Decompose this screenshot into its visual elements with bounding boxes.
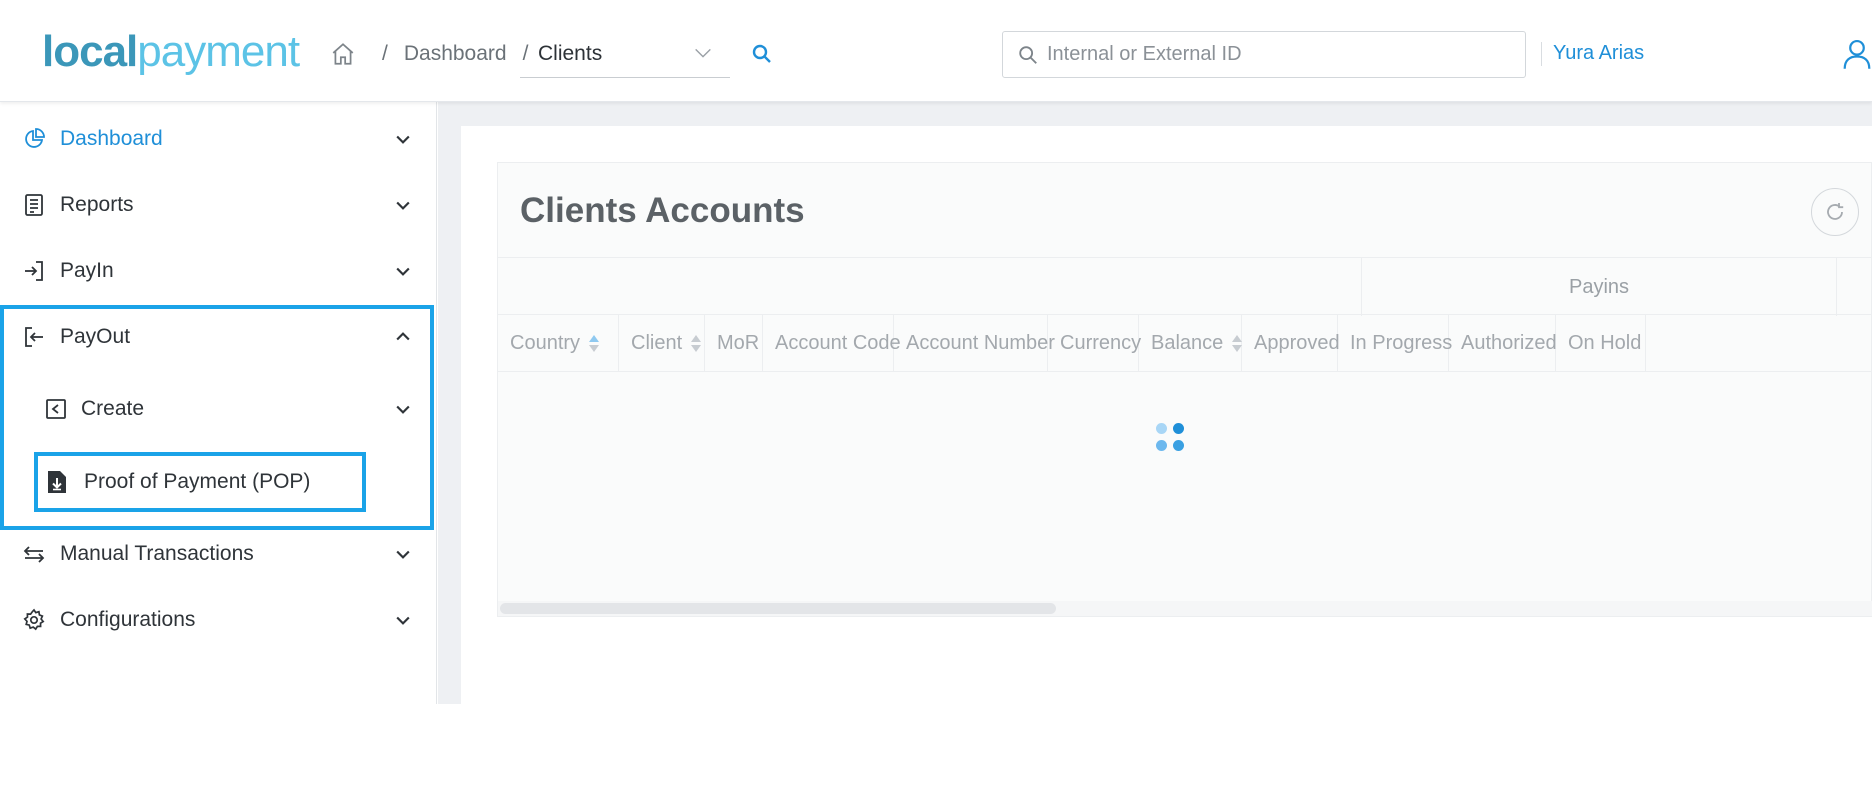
refresh-button[interactable]: [1811, 188, 1859, 236]
column-header-label: Currency: [1060, 332, 1142, 354]
column-header-client[interactable]: Client: [619, 315, 705, 372]
column-header-on-hold: On Hold: [1556, 315, 1646, 372]
client-select[interactable]: Clients: [520, 30, 730, 78]
sidebar-item-manual-transactions[interactable]: Manual Transactions: [0, 523, 437, 585]
sidebar-item-label: PayOut: [60, 325, 131, 348]
file-download-icon: [48, 471, 66, 493]
column-header-country[interactable]: Country: [498, 315, 619, 372]
column-header-label: On Hold: [1568, 332, 1642, 354]
breadcrumb: / Dashboard /: [330, 30, 544, 78]
chevron-up-icon: [396, 332, 410, 341]
chevron-down-icon: [695, 48, 711, 58]
chevron-down-icon: [396, 405, 410, 414]
sidebar-item-payin[interactable]: PayIn: [0, 240, 437, 302]
sidebar-item-label: Dashboard: [60, 127, 163, 150]
column-group-payins: Payins: [1361, 258, 1837, 316]
user-icon[interactable]: [1842, 38, 1872, 70]
exchange-arrows-icon: [23, 546, 45, 563]
logo-text-payment: payment: [137, 27, 300, 76]
breadcrumb-separator: /: [382, 42, 388, 65]
chevron-down-icon: [396, 201, 410, 210]
column-header-label: Balance: [1151, 332, 1224, 354]
top-header: localpayment / Dashboard / Clients Yura …: [0, 0, 1872, 102]
id-search-input[interactable]: [1047, 43, 1517, 66]
column-header-label: Country: [510, 332, 581, 354]
column-header-label: In Progress: [1350, 332, 1453, 354]
column-header-label: Client: [631, 332, 683, 354]
pie-chart-icon: [25, 128, 45, 148]
column-header-label: Account Number: [906, 332, 1055, 354]
document-list-icon: [25, 194, 43, 216]
sidebar-item-proof-of-payment[interactable]: Proof of Payment (POP): [38, 456, 362, 508]
sidebar-item-label: Proof of Payment (POP): [84, 470, 311, 493]
horizontal-scrollbar[interactable]: [498, 601, 1872, 616]
column-header-account-code: Account Code: [763, 315, 901, 372]
sort-icon: [588, 334, 600, 354]
sidebar-item-create[interactable]: Create: [0, 378, 437, 440]
page-title: Clients Accounts: [520, 191, 805, 230]
sidebar-item-label: PayIn: [60, 259, 114, 282]
column-header-balance[interactable]: Balance: [1139, 315, 1242, 372]
chevron-down-icon: [396, 616, 410, 625]
scrollbar-thumb[interactable]: [500, 603, 1056, 614]
id-search-box: [1002, 31, 1526, 78]
column-header-label: MoR: [717, 332, 760, 354]
gear-icon: [23, 608, 45, 631]
search-icon[interactable]: [750, 42, 774, 66]
chevron-down-icon: [396, 267, 410, 276]
column-header-approved: Approved: [1242, 315, 1340, 372]
sidebar-item-label: Create: [81, 397, 145, 420]
sidebar-item-payout[interactable]: PayOut: [0, 306, 437, 368]
column-header-account-number: Account Number: [894, 315, 1055, 372]
chevron-down-icon: [396, 135, 410, 144]
sort-icon: [1231, 334, 1242, 354]
table-group-header: Payins: [498, 257, 1872, 316]
loading-spinner-icon: [1156, 423, 1186, 453]
localpayment-logo[interactable]: local payment: [42, 27, 300, 76]
sidebar-item-reports[interactable]: Reports: [0, 174, 437, 236]
chevron-down-icon: [396, 550, 410, 559]
column-header-label: Approved: [1254, 332, 1340, 354]
sidebar: Dashboard Reports PayIn PayOut Create Ma…: [0, 102, 437, 704]
sidebar-item-label: Configurations: [60, 608, 196, 631]
sign-in-icon: [25, 261, 43, 281]
logo-text-local: local: [42, 27, 138, 76]
table-header-row: Country Client MoR Account Code Account …: [498, 315, 1872, 372]
main-content: Clients Accounts Payins Country Client M…: [438, 102, 1872, 704]
search-icon: [1019, 45, 1037, 64]
sign-out-icon: [25, 327, 43, 347]
column-header-authorized: Authorized: [1449, 315, 1557, 372]
sidebar-item-label: Reports: [60, 193, 134, 216]
caret-left-square-icon: [46, 399, 66, 419]
client-select-value: Clients: [538, 41, 603, 65]
column-header-label: Authorized: [1461, 332, 1557, 354]
breadcrumb-dashboard[interactable]: Dashboard: [404, 42, 507, 66]
sort-icon: [690, 334, 702, 354]
header-divider: [1541, 42, 1542, 66]
column-header-label: Account Code: [775, 332, 901, 354]
column-header-in-progress: In Progress: [1338, 315, 1453, 372]
home-icon[interactable]: [330, 41, 356, 67]
sidebar-item-dashboard[interactable]: Dashboard: [0, 108, 437, 170]
refresh-icon: [1827, 203, 1844, 220]
content-panel: Clients Accounts Payins Country Client M…: [461, 126, 1872, 704]
sidebar-item-configurations[interactable]: Configurations: [0, 589, 437, 651]
column-header-mor: MoR: [705, 315, 763, 372]
user-name[interactable]: Yura Arias: [1553, 42, 1644, 65]
sidebar-item-label: Manual Transactions: [60, 542, 254, 565]
column-header-currency: Currency: [1048, 315, 1142, 372]
clients-accounts-card: Clients Accounts Payins Country Client M…: [497, 162, 1872, 617]
